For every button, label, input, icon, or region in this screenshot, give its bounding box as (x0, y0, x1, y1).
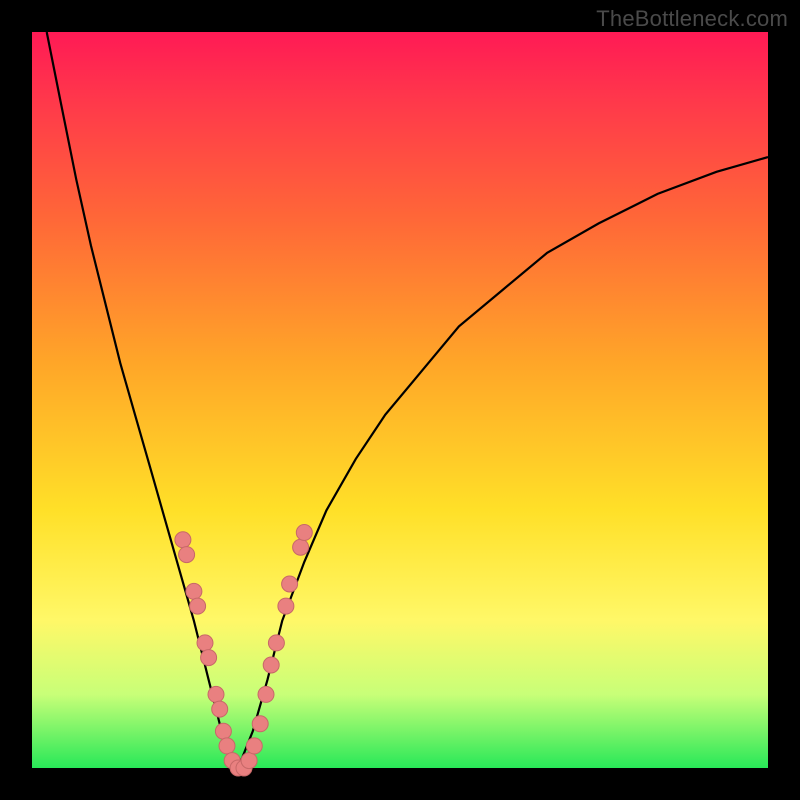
highlight-marker (212, 701, 228, 717)
highlight-marker (186, 583, 202, 599)
chart-stage: TheBottleneck.com (0, 0, 800, 800)
highlight-marker (219, 738, 235, 754)
highlight-marker (246, 738, 262, 754)
highlight-marker (282, 576, 298, 592)
highlight-marker (241, 753, 257, 769)
highlight-marker (293, 539, 309, 555)
highlight-marker (215, 723, 231, 739)
watermark-text: TheBottleneck.com (596, 6, 788, 32)
highlight-marker (296, 525, 312, 541)
highlight-marker (201, 650, 217, 666)
marker-group (175, 525, 312, 777)
highlight-marker (252, 716, 268, 732)
chart-overlay (32, 32, 768, 768)
highlight-marker (179, 547, 195, 563)
highlight-marker (197, 635, 213, 651)
highlight-marker (258, 686, 274, 702)
right-curve-path (238, 157, 768, 768)
plot-area (32, 32, 768, 768)
highlight-marker (175, 532, 191, 548)
highlight-marker (208, 686, 224, 702)
highlight-marker (278, 598, 294, 614)
highlight-marker (268, 635, 284, 651)
highlight-marker (263, 657, 279, 673)
highlight-marker (190, 598, 206, 614)
